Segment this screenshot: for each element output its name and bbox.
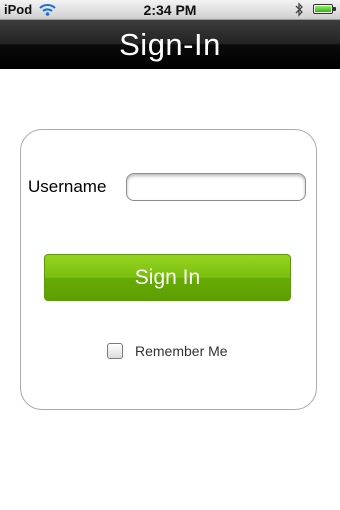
navigation-bar: Sign-In xyxy=(0,20,340,69)
status-bar: iPod 2:34 PM xyxy=(0,0,340,20)
bluetooth-icon xyxy=(295,2,303,17)
username-input[interactable] xyxy=(126,173,306,201)
page-title: Sign-In xyxy=(119,27,221,62)
remember-me-label[interactable]: Remember Me xyxy=(135,343,228,359)
status-time: 2:34 PM xyxy=(143,2,197,18)
battery-icon xyxy=(313,4,333,14)
remember-me-checkbox[interactable] xyxy=(107,343,123,359)
username-label: Username xyxy=(28,177,107,196)
signin-button[interactable]: Sign In xyxy=(44,254,291,301)
battery-tip xyxy=(333,7,336,11)
